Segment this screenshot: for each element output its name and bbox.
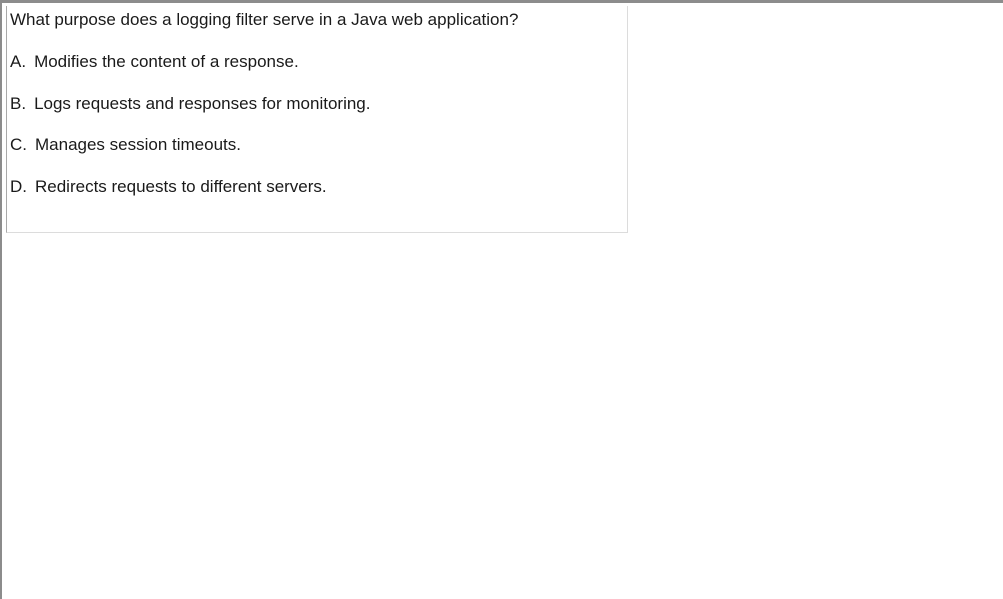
option-letter: B. — [10, 94, 27, 113]
option-c[interactable]: C. Manages session timeouts. — [10, 135, 241, 155]
page-viewport: What purpose does a logging filter serve… — [0, 0, 1003, 599]
option-text: Redirects requests to different servers. — [35, 177, 327, 196]
question-text: What purpose does a logging filter serve… — [10, 10, 519, 29]
option-text: Manages session timeouts. — [35, 135, 241, 154]
option-text: Logs requests and responses for monitori… — [34, 94, 371, 113]
option-letter: C. — [10, 135, 27, 154]
question-panel: What purpose does a logging filter serve… — [6, 6, 628, 233]
option-letter: A. — [10, 52, 27, 71]
option-b[interactable]: B. Logs requests and responses for monito… — [10, 94, 370, 114]
option-text: Modifies the content of a response. — [34, 52, 299, 71]
option-a[interactable]: A. Modifies the content of a response. — [10, 52, 299, 72]
option-d[interactable]: D. Redirects requests to different server… — [10, 177, 327, 197]
option-letter: D. — [10, 177, 27, 196]
